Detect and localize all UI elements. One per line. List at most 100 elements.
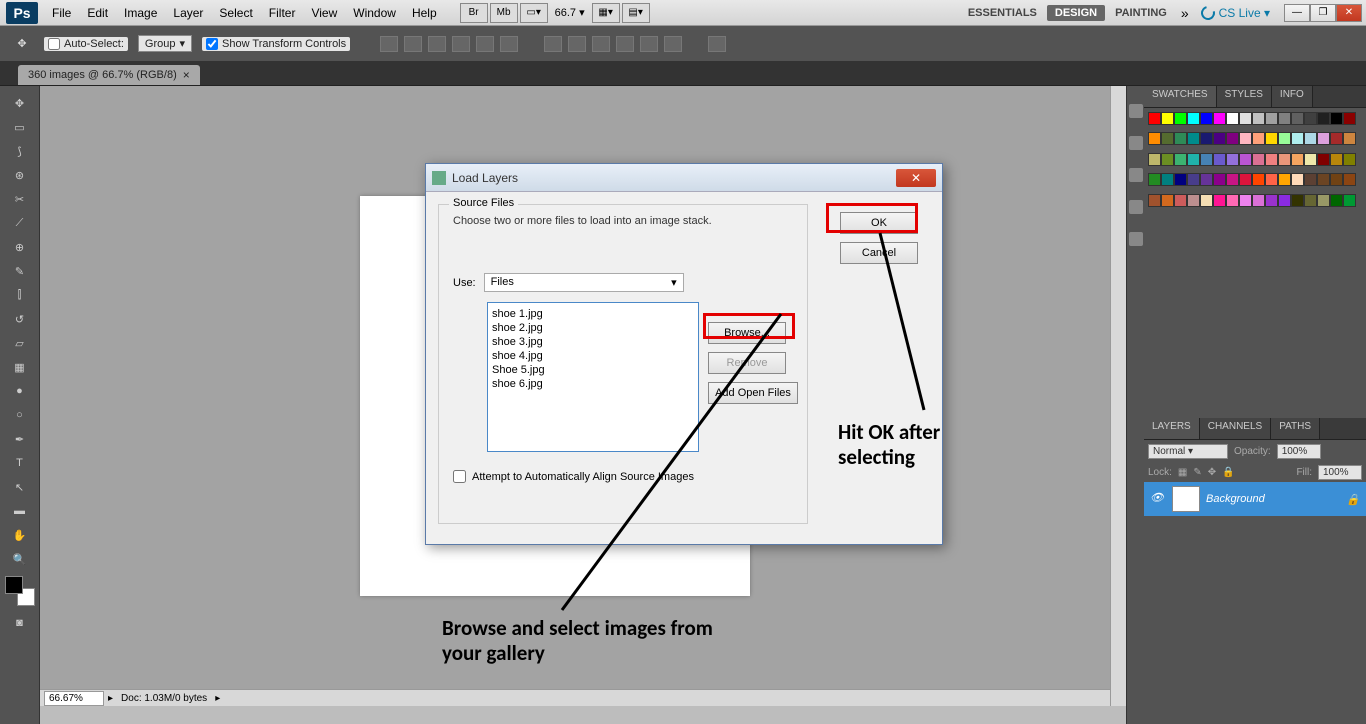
align-icon[interactable] xyxy=(404,36,422,52)
eyedropper-tool[interactable]: ⟋ xyxy=(7,212,33,234)
healing-tool[interactable]: ⊕ xyxy=(7,236,33,258)
visibility-eye-icon[interactable]: 👁 xyxy=(1150,491,1166,507)
show-transform-checkbox[interactable] xyxy=(206,38,218,50)
tab-layers[interactable]: LAYERS xyxy=(1144,418,1200,439)
arrange-btn[interactable]: ▦▾ xyxy=(592,3,620,23)
swatch[interactable] xyxy=(1161,194,1174,207)
dialog-titlebar[interactable]: Load Layers ✕ xyxy=(426,164,942,192)
lasso-tool[interactable]: ⟆ xyxy=(7,140,33,162)
distribute-icon[interactable] xyxy=(616,36,634,52)
swatch[interactable] xyxy=(1343,194,1356,207)
swatch[interactable] xyxy=(1200,112,1213,125)
swatch[interactable] xyxy=(1213,194,1226,207)
swatch[interactable] xyxy=(1252,194,1265,207)
workspace-essentials[interactable]: ESSENTIALS xyxy=(960,5,1045,21)
swatch[interactable] xyxy=(1187,173,1200,186)
swatch[interactable] xyxy=(1265,153,1278,166)
distribute-icon[interactable] xyxy=(640,36,658,52)
swatch[interactable] xyxy=(1291,194,1304,207)
swatch[interactable] xyxy=(1213,132,1226,145)
swatch[interactable] xyxy=(1174,132,1187,145)
swatch[interactable] xyxy=(1200,173,1213,186)
swatch[interactable] xyxy=(1278,112,1291,125)
browse-button[interactable]: Browse... xyxy=(708,322,786,344)
brush-tool[interactable]: ✎ xyxy=(7,260,33,282)
swatch[interactable] xyxy=(1343,173,1356,186)
swatch[interactable] xyxy=(1330,173,1343,186)
panel-icon[interactable] xyxy=(1129,232,1143,246)
auto-select-checkbox[interactable] xyxy=(48,38,60,50)
tab-channels[interactable]: CHANNELS xyxy=(1200,418,1271,439)
path-tool[interactable]: ↖ xyxy=(7,476,33,498)
opacity-input[interactable]: 100% xyxy=(1277,444,1321,459)
swatch[interactable] xyxy=(1343,112,1356,125)
auto-select-mode[interactable]: Group▾ xyxy=(138,35,192,52)
auto-align-icon[interactable] xyxy=(708,36,726,52)
swatch[interactable] xyxy=(1239,112,1252,125)
swatch[interactable] xyxy=(1148,194,1161,207)
file-item[interactable]: shoe 6.jpg xyxy=(492,377,694,391)
swatch[interactable] xyxy=(1278,194,1291,207)
fill-input[interactable]: 100% xyxy=(1318,465,1362,480)
pen-tool[interactable]: ✒ xyxy=(7,428,33,450)
ok-button[interactable]: OK xyxy=(840,212,918,234)
distribute-icon[interactable] xyxy=(592,36,610,52)
type-tool[interactable]: T xyxy=(7,452,33,474)
swatch[interactable] xyxy=(1304,153,1317,166)
zoom-display[interactable]: 66.7 ▾ xyxy=(549,6,591,19)
auto-select-check[interactable]: Auto-Select: xyxy=(44,37,128,51)
swatch[interactable] xyxy=(1330,112,1343,125)
swatch[interactable] xyxy=(1265,132,1278,145)
minibridge-btn[interactable]: Mb xyxy=(490,3,518,23)
file-item[interactable]: shoe 3.jpg xyxy=(492,335,694,349)
gradient-tool[interactable]: ▦ xyxy=(7,356,33,378)
blur-tool[interactable]: ● xyxy=(7,380,33,402)
swatch[interactable] xyxy=(1330,153,1343,166)
crop-tool[interactable]: ✂ xyxy=(7,188,33,210)
swatch[interactable] xyxy=(1174,194,1187,207)
swatch[interactable] xyxy=(1200,153,1213,166)
lock-pixels-icon[interactable]: ✎ xyxy=(1193,467,1201,478)
swatch[interactable] xyxy=(1200,194,1213,207)
swatch[interactable] xyxy=(1187,112,1200,125)
show-transform-check[interactable]: Show Transform Controls xyxy=(202,37,350,51)
swatch[interactable] xyxy=(1187,132,1200,145)
extras-btn[interactable]: ▤▾ xyxy=(622,3,650,23)
tab-info[interactable]: INFO xyxy=(1272,86,1313,107)
swatch[interactable] xyxy=(1187,153,1200,166)
cancel-button[interactable]: Cancel xyxy=(840,242,918,264)
swatch[interactable] xyxy=(1252,132,1265,145)
move-tool[interactable]: ✥ xyxy=(7,92,33,114)
file-list[interactable]: shoe 1.jpgshoe 2.jpgshoe 3.jpgshoe 4.jpg… xyxy=(487,302,699,452)
swatch[interactable] xyxy=(1213,173,1226,186)
file-item[interactable]: shoe 2.jpg xyxy=(492,321,694,335)
panel-icon[interactable] xyxy=(1129,168,1143,182)
document-tab[interactable]: 360 images @ 66.7% (RGB/8) × xyxy=(18,65,200,85)
swatch[interactable] xyxy=(1187,194,1200,207)
window-minimize[interactable]: — xyxy=(1284,4,1310,22)
swatch[interactable] xyxy=(1161,153,1174,166)
swatch[interactable] xyxy=(1174,173,1187,186)
swatch[interactable] xyxy=(1343,153,1356,166)
swatch[interactable] xyxy=(1200,132,1213,145)
dodge-tool[interactable]: ○ xyxy=(7,404,33,426)
scrollbar-vertical[interactable] xyxy=(1110,86,1126,706)
swatch[interactable] xyxy=(1330,194,1343,207)
swatch[interactable] xyxy=(1226,173,1239,186)
tab-close-icon[interactable]: × xyxy=(183,68,190,82)
distribute-icon[interactable] xyxy=(664,36,682,52)
panel-icon[interactable] xyxy=(1129,104,1143,118)
swatch[interactable] xyxy=(1213,112,1226,125)
swatch[interactable] xyxy=(1265,112,1278,125)
blend-mode-select[interactable]: Normal ▾ xyxy=(1148,444,1228,459)
swatches-body[interactable] xyxy=(1144,108,1366,218)
swatch[interactable] xyxy=(1161,173,1174,186)
lock-all-icon[interactable]: 🔒 xyxy=(1222,467,1234,478)
panel-icon[interactable] xyxy=(1129,136,1143,150)
swatch[interactable] xyxy=(1304,112,1317,125)
zoom-input[interactable] xyxy=(44,691,104,706)
menu-select[interactable]: Select xyxy=(211,6,260,20)
menu-filter[interactable]: Filter xyxy=(261,6,304,20)
shape-tool[interactable]: ▬ xyxy=(7,500,33,522)
swatch[interactable] xyxy=(1291,112,1304,125)
